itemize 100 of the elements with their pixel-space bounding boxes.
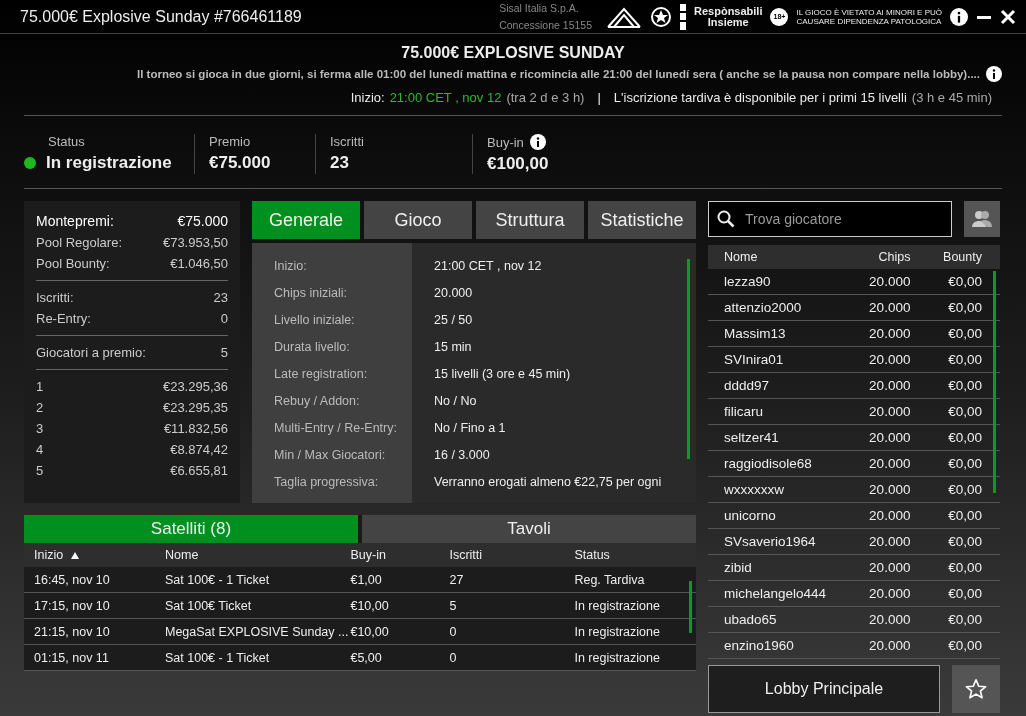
prize-value: 23 [213, 289, 228, 307]
table-cell: €0,00 [948, 508, 982, 523]
column-header[interactable]: Nome [724, 250, 758, 264]
table-cell: Sat 100€ - 1 Ticket [165, 572, 270, 587]
table-cell: 01:15, nov 11 [34, 650, 109, 665]
detail-value: 16 / 3.000 [434, 448, 490, 462]
tab[interactable]: Satelliti (8) [24, 515, 358, 543]
table-cell: 20.000 [869, 456, 911, 471]
prize-label: Pool Bounty: [36, 255, 110, 273]
prize-label: Pool Regolare: [36, 234, 122, 252]
table-cell: ubado65 [724, 612, 777, 627]
prize-value: €1.046,50 [170, 255, 228, 273]
table-cell: Sat 100€ - 1 Ticket [165, 650, 270, 665]
column-header[interactable]: Iscritti [449, 548, 483, 562]
prize-label: Montepremi: [36, 212, 114, 231]
start-countdown: (tra 2 d e 3 h) [506, 90, 585, 105]
stat-value: In registrazione [46, 153, 172, 173]
tab[interactable]: Struttura [476, 201, 584, 239]
table-cell: michelangelo444 [724, 586, 827, 601]
late-registration-time: (3 h e 45 min) [911, 90, 992, 105]
scrollbar[interactable] [689, 581, 692, 633]
sort-ascending-icon[interactable] [71, 551, 80, 559]
table-cell: 0 [449, 650, 457, 665]
table-cell: €10,00 [350, 598, 389, 613]
scrollbar[interactable] [687, 259, 690, 459]
warning-text: IL GIOCO È VIETATO AI MINORI E PUÒ [796, 7, 942, 17]
table-cell: 20.000 [869, 378, 911, 393]
table-cell: dddd97 [724, 378, 770, 393]
prize-label: 3 [36, 420, 44, 438]
tab[interactable]: Generale [252, 201, 360, 239]
table-cell: €0,00 [948, 482, 982, 497]
column-header[interactable]: Status [574, 548, 610, 562]
column-header[interactable]: Inizio [34, 548, 64, 562]
detail-value: 20.000 [434, 286, 473, 300]
stat-label: Buy-in [487, 134, 524, 150]
table-cell: SVsaverio1964 [724, 534, 816, 549]
stat-label: Premio [209, 134, 251, 149]
prize-value: €23.295,36 [162, 378, 228, 396]
table-cell: €0,00 [948, 560, 982, 575]
table-cell: enzino1960 [724, 638, 794, 653]
table-cell: 20.000 [869, 430, 911, 445]
table-cell: 0 [449, 624, 457, 639]
table-cell: €0,00 [948, 404, 982, 419]
prize-value: €73.953,50 [162, 234, 228, 252]
bar-logo-icon [680, 3, 686, 30]
license-number: Concessione 15155 [499, 17, 592, 33]
table-cell: €0,00 [948, 612, 982, 627]
detail-value: 15 livelli (3 ore e 45 min) [434, 367, 571, 381]
tab[interactable]: Tavoli [362, 515, 696, 543]
scrollbar[interactable] [993, 271, 996, 493]
prize-label: 5 [36, 462, 44, 480]
info-icon[interactable] [529, 134, 546, 150]
table-cell: €0,00 [948, 378, 982, 393]
table-cell: Massim13 [724, 326, 786, 341]
responsible-logo-text: Insieme [707, 16, 749, 28]
table-cell: filicaru [724, 404, 763, 419]
table-cell: 20.000 [869, 586, 911, 601]
star-icon[interactable] [965, 678, 987, 700]
people-icon[interactable] [972, 210, 992, 228]
column-header[interactable]: Nome [165, 548, 199, 562]
table-cell: 20.000 [869, 482, 911, 497]
table-cell: 20.000 [869, 612, 911, 627]
players-button[interactable] [964, 201, 1000, 237]
detail-label: Durata livello: [274, 340, 350, 354]
table-cell: In registrazione [574, 598, 660, 613]
tab[interactable]: Gioco [364, 201, 472, 239]
lobby-button[interactable]: Lobby Principale [708, 665, 940, 713]
stat-value: €75.000 [209, 153, 271, 173]
table-cell: Sat 100€ Ticket [165, 598, 252, 613]
detail-value: No / No [434, 394, 477, 408]
stat-label: Iscritti [330, 134, 364, 149]
table-cell: unicorno [724, 508, 776, 523]
table-cell: €0,00 [948, 534, 982, 549]
favorite-button[interactable] [952, 665, 1000, 713]
table-cell: €0,00 [948, 274, 982, 289]
search-field[interactable]: Trova giocatore [708, 201, 952, 237]
prize-value: 0 [220, 310, 228, 328]
info-icon[interactable] [986, 66, 1002, 82]
tournament-note: Il torneo si gioca in due giorni, si ferma alle 01:00 del lunedí mattina e ricomincia alle 21:00 del lunedí sera ( anche se la pausa non compare nella lobby).... [137, 68, 980, 80]
close-button[interactable] [1000, 8, 1016, 25]
detail-label: Multi-Entry / Re-Entry: [274, 421, 397, 435]
table-cell: 5 [449, 598, 457, 613]
tournament-name: 75.000€ EXPLOSIVE SUNDAY [401, 44, 625, 62]
table-cell: raggiodisole68 [724, 456, 812, 471]
table-cell: 20.000 [869, 560, 911, 575]
table-cell: 20.000 [869, 300, 911, 315]
table-cell: €0,00 [948, 638, 982, 653]
detail-label: Chips iniziali: [274, 286, 347, 300]
table-cell: In registrazione [574, 650, 660, 665]
detail-label: Min / Max Giocatori: [274, 448, 386, 462]
prize-value: €11.832,56 [163, 420, 228, 438]
window-title: 75.000€ Explosive Sunday #766461189 [20, 7, 303, 26]
prize-label: 2 [36, 399, 44, 417]
table-cell: €0,00 [948, 456, 982, 471]
table-cell: MegaSat EXPLOSIVE Sunday ... [165, 624, 349, 639]
info-icon[interactable] [950, 7, 968, 26]
stat-label: Status [48, 134, 85, 149]
prize-value: €6.655,81 [170, 462, 228, 480]
table-cell: 20.000 [869, 638, 911, 653]
tab[interactable]: Statistiche [588, 201, 696, 239]
